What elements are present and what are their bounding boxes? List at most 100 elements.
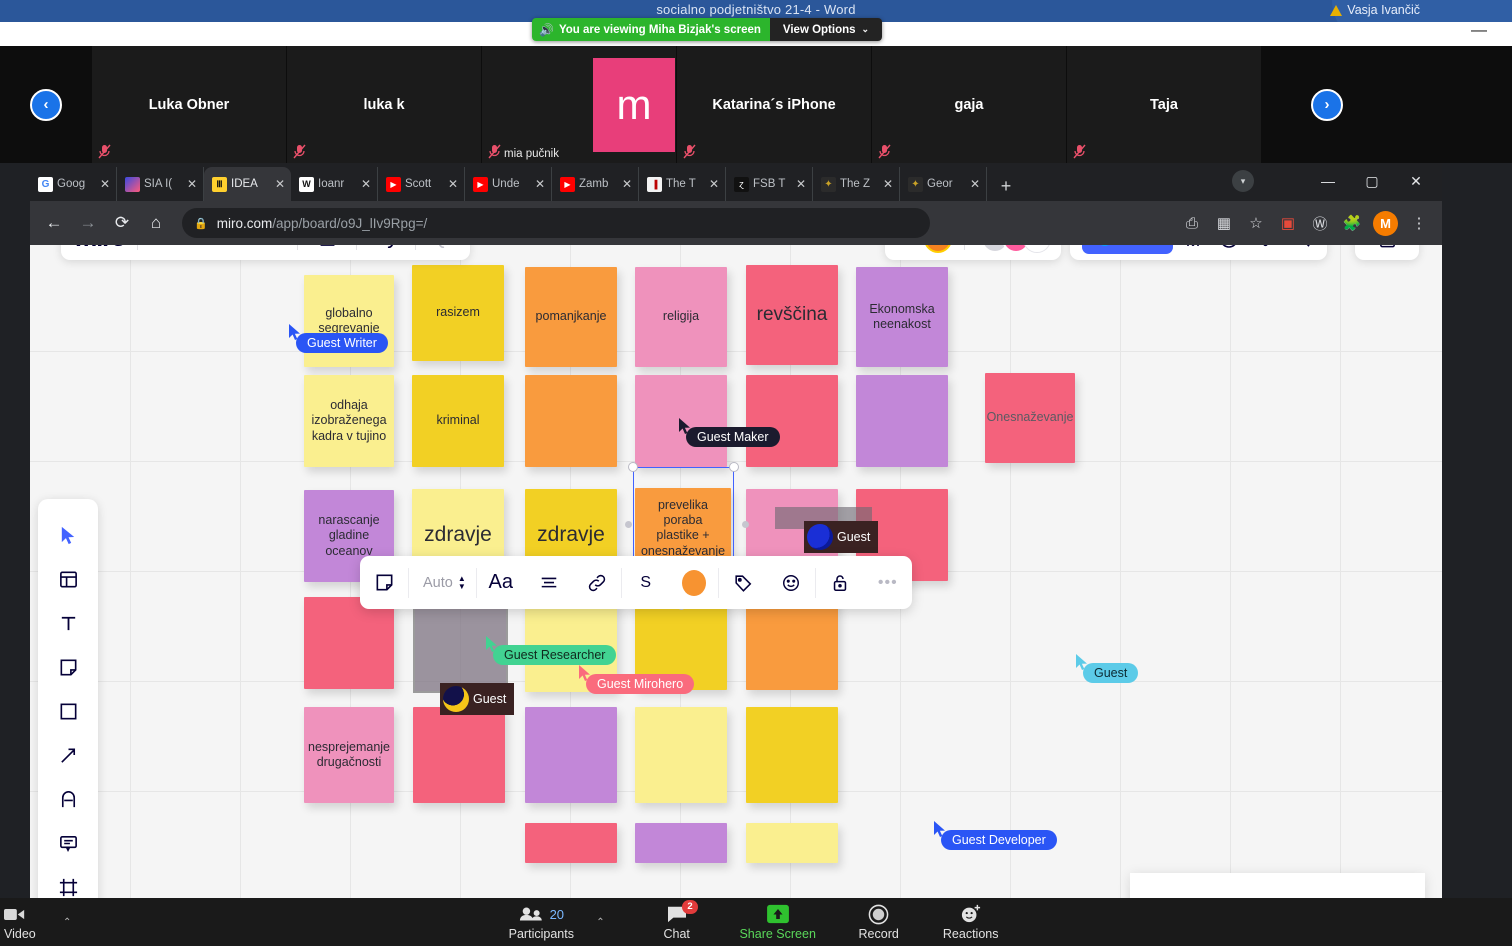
w-ext-icon[interactable]: Ⓦ	[1305, 208, 1335, 238]
comment-tool[interactable]	[46, 821, 90, 865]
select-tool[interactable]	[46, 513, 90, 557]
frame-tool[interactable]	[46, 865, 90, 898]
cursor-share-icon[interactable]: ➤	[895, 245, 924, 249]
bookmark-star-icon[interactable]: ☆	[1241, 208, 1271, 238]
cast-icon[interactable]: ⎙	[1177, 208, 1207, 238]
participant-tile-luka-k[interactable]: luka k	[287, 46, 482, 163]
participants-button[interactable]: 20 Participants	[495, 898, 587, 946]
guest-video-bubble[interactable]: Guest	[804, 521, 879, 553]
browser-tab-sia[interactable]: SIA I( ✕	[117, 167, 204, 201]
sticky-note[interactable]: globalno segrevanje	[304, 275, 394, 367]
reactions-button[interactable]: Reactions	[925, 898, 1017, 946]
sticky-note[interactable]: pomanjkanje	[525, 267, 617, 367]
sticky-note[interactable]	[635, 707, 727, 803]
sticky-note[interactable]: odhaja izobraženega kadra v tujino	[304, 375, 394, 467]
back-button[interactable]: ←	[38, 207, 70, 239]
share-button[interactable]: 🌐 Share	[1082, 245, 1174, 254]
sticky-note[interactable]: Onesnaževanje	[985, 373, 1075, 463]
filmstrip-prev-button[interactable]: ‹	[30, 88, 62, 121]
text-style-icon[interactable]: S	[622, 556, 670, 609]
browser-tab-zamb[interactable]: ▶ Zamb ✕	[552, 167, 639, 201]
close-icon[interactable]: ✕	[100, 177, 110, 191]
board-title[interactable]: IDEA Generation	[150, 245, 263, 247]
record-button[interactable]: Record	[833, 898, 925, 946]
browser-tab-georg[interactable]: ✦ Geor ✕	[900, 167, 987, 201]
participants-chevron-up-icon[interactable]: ⌃	[596, 917, 604, 928]
sticky-note[interactable]	[304, 597, 394, 689]
close-button[interactable]: ✕	[1394, 166, 1438, 196]
close-icon[interactable]: ✕	[275, 177, 285, 191]
connector-dot-left[interactable]	[625, 521, 632, 528]
bell-icon[interactable]	[1249, 245, 1281, 255]
participant-tile-luka-obner[interactable]: Luka Obner	[92, 46, 287, 163]
connector-dot-right[interactable]	[742, 521, 749, 528]
search-icon[interactable]	[1285, 245, 1317, 255]
participant-tile-katarina-iphone[interactable]: Katarina´s iPhone	[677, 46, 872, 163]
view-options-button[interactable]: View Options ⌄	[769, 18, 883, 41]
opera-ext-icon[interactable]: ▣	[1273, 208, 1303, 238]
browser-tab-fsb[interactable]: ɀ FSB T ✕	[726, 167, 813, 201]
chrome-menu-icon[interactable]: ⋮	[1404, 208, 1434, 238]
browser-tab-scott[interactable]: ▶ Scott ✕	[378, 167, 465, 201]
maximize-button[interactable]: ▢	[1350, 166, 1394, 196]
notes-panel-button[interactable]	[1355, 245, 1419, 260]
participant-tile-taja[interactable]: Taja	[1067, 46, 1262, 163]
home-button[interactable]: ⌂	[140, 207, 172, 239]
sticky-note[interactable]: revščina	[746, 265, 838, 365]
sticky-note[interactable]: religija	[635, 267, 727, 367]
sticky-note[interactable]	[746, 598, 838, 690]
connector-tool[interactable]	[46, 733, 90, 777]
align-icon[interactable]	[525, 556, 573, 609]
zoom-video-control[interactable]: Video ⌃	[0, 898, 71, 946]
close-icon[interactable]: ✕	[709, 177, 719, 191]
browser-tab-the-t[interactable]: ▐ The T ✕	[639, 167, 726, 201]
sticky-note[interactable]: nesprejemanje drugačnosti	[304, 707, 394, 803]
close-icon[interactable]: ✕	[970, 177, 980, 191]
sticky-note[interactable]	[525, 823, 617, 863]
link-icon[interactable]	[573, 556, 621, 609]
my-avatar[interactable]: M	[924, 245, 953, 253]
sliders-icon[interactable]	[1177, 245, 1209, 255]
browser-tab-ioann[interactable]: W Ioanr ✕	[291, 167, 378, 201]
close-icon[interactable]: ✕	[448, 177, 458, 191]
chat-button[interactable]: 2 Chat	[631, 898, 723, 946]
close-icon[interactable]: ✕	[361, 177, 371, 191]
sticky-note[interactable]	[525, 375, 617, 467]
upload-icon[interactable]	[310, 245, 344, 256]
close-icon[interactable]: ✕	[535, 177, 545, 191]
browser-tab-unde[interactable]: ▶ Unde ✕	[465, 167, 552, 201]
guest-video-bubble[interactable]: Guest	[440, 683, 515, 715]
sticky-note[interactable]: kriminal	[412, 375, 504, 467]
help-icon[interactable]: 138	[1213, 245, 1245, 255]
color-swatch[interactable]	[670, 556, 718, 609]
redo-icon[interactable]	[428, 245, 462, 256]
tab-search-icon[interactable]: ▾	[1232, 170, 1254, 192]
shape-tool[interactable]	[46, 689, 90, 733]
tag-icon[interactable]	[719, 556, 767, 609]
templates-tool[interactable]	[46, 557, 90, 601]
browser-tab-google[interactable]: G Goog ✕	[30, 167, 117, 201]
browser-tab-the-z[interactable]: ✦ The Z ✕	[813, 167, 900, 201]
collaborator-avatars[interactable]: G 12	[981, 245, 1052, 253]
sticky-note[interactable]	[635, 823, 727, 863]
reload-button[interactable]: ⟳	[106, 207, 138, 239]
embedded-white-panel[interactable]	[1130, 873, 1425, 898]
word-minimize-button[interactable]: —	[1468, 23, 1490, 43]
apps-grid-icon[interactable]: ▦	[1209, 208, 1239, 238]
text-tool[interactable]	[46, 601, 90, 645]
close-icon[interactable]: ✕	[883, 177, 893, 191]
miro-board-canvas[interactable]: globalno segrevanje rasizem pomanjkanje rel…	[30, 245, 1442, 898]
close-icon[interactable]: ✕	[187, 177, 197, 191]
filmstrip-next-button[interactable]: ›	[1311, 88, 1343, 121]
sticky-note-icon[interactable]	[360, 556, 408, 609]
sticky-note[interactable]	[856, 375, 948, 467]
font-size-control[interactable]: Auto ▲ ▼	[409, 574, 476, 591]
extensions-puzzle-icon[interactable]: 🧩	[1337, 208, 1367, 238]
close-icon[interactable]: ✕	[796, 177, 806, 191]
share-screen-button[interactable]: Share Screen	[723, 898, 833, 946]
video-chevron-up-icon[interactable]: ⌃	[63, 917, 71, 928]
address-bar[interactable]: 🔒 miro.com/app/board/o9J_lIv9Rpg=/	[182, 208, 930, 238]
undo-icon[interactable]	[369, 245, 403, 256]
forward-button[interactable]: →	[72, 207, 104, 239]
font-icon[interactable]: Aa	[477, 556, 525, 609]
